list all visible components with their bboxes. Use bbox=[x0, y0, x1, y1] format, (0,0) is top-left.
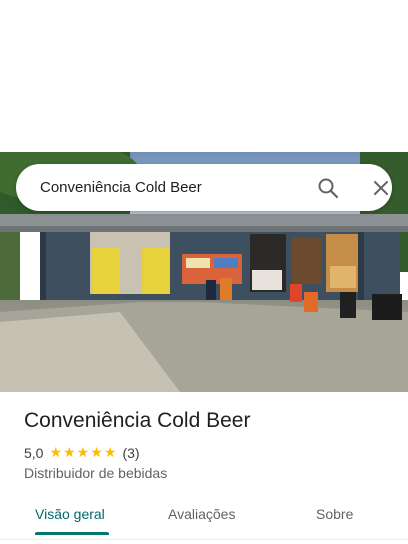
star-icon: ★ bbox=[76, 445, 90, 461]
close-icon[interactable] bbox=[369, 176, 393, 200]
search-input[interactable]: Conveniência Cold Beer bbox=[40, 164, 202, 211]
star-icon: ★ bbox=[49, 445, 63, 461]
tab-reviews[interactable]: Avaliações bbox=[168, 495, 235, 535]
star-icon: ★ bbox=[63, 445, 76, 461]
rating-row[interactable]: 5,0 ★ ★ ★ ★ ★ (3) bbox=[24, 444, 140, 462]
rating-value: 5,0 bbox=[24, 445, 44, 461]
place-category: Distribuidor de bebidas bbox=[24, 465, 168, 481]
tab-about[interactable]: Sobre bbox=[316, 495, 353, 535]
tabs-divider bbox=[0, 539, 408, 540]
tab-overview[interactable]: Visão geral bbox=[35, 495, 105, 535]
star-icon: ★ bbox=[90, 445, 103, 461]
review-count[interactable]: (3) bbox=[122, 445, 139, 461]
place-title: Conveniência Cold Beer bbox=[24, 409, 251, 432]
rating-stars: ★ ★ ★ ★ ★ bbox=[49, 446, 117, 460]
place-tabs: Visão geral Avaliações Sobre bbox=[0, 495, 408, 537]
star-icon: ★ bbox=[103, 445, 117, 461]
search-icon[interactable] bbox=[316, 176, 342, 200]
search-bar[interactable]: Conveniência Cold Beer bbox=[16, 164, 392, 211]
active-tab-indicator bbox=[35, 532, 109, 535]
